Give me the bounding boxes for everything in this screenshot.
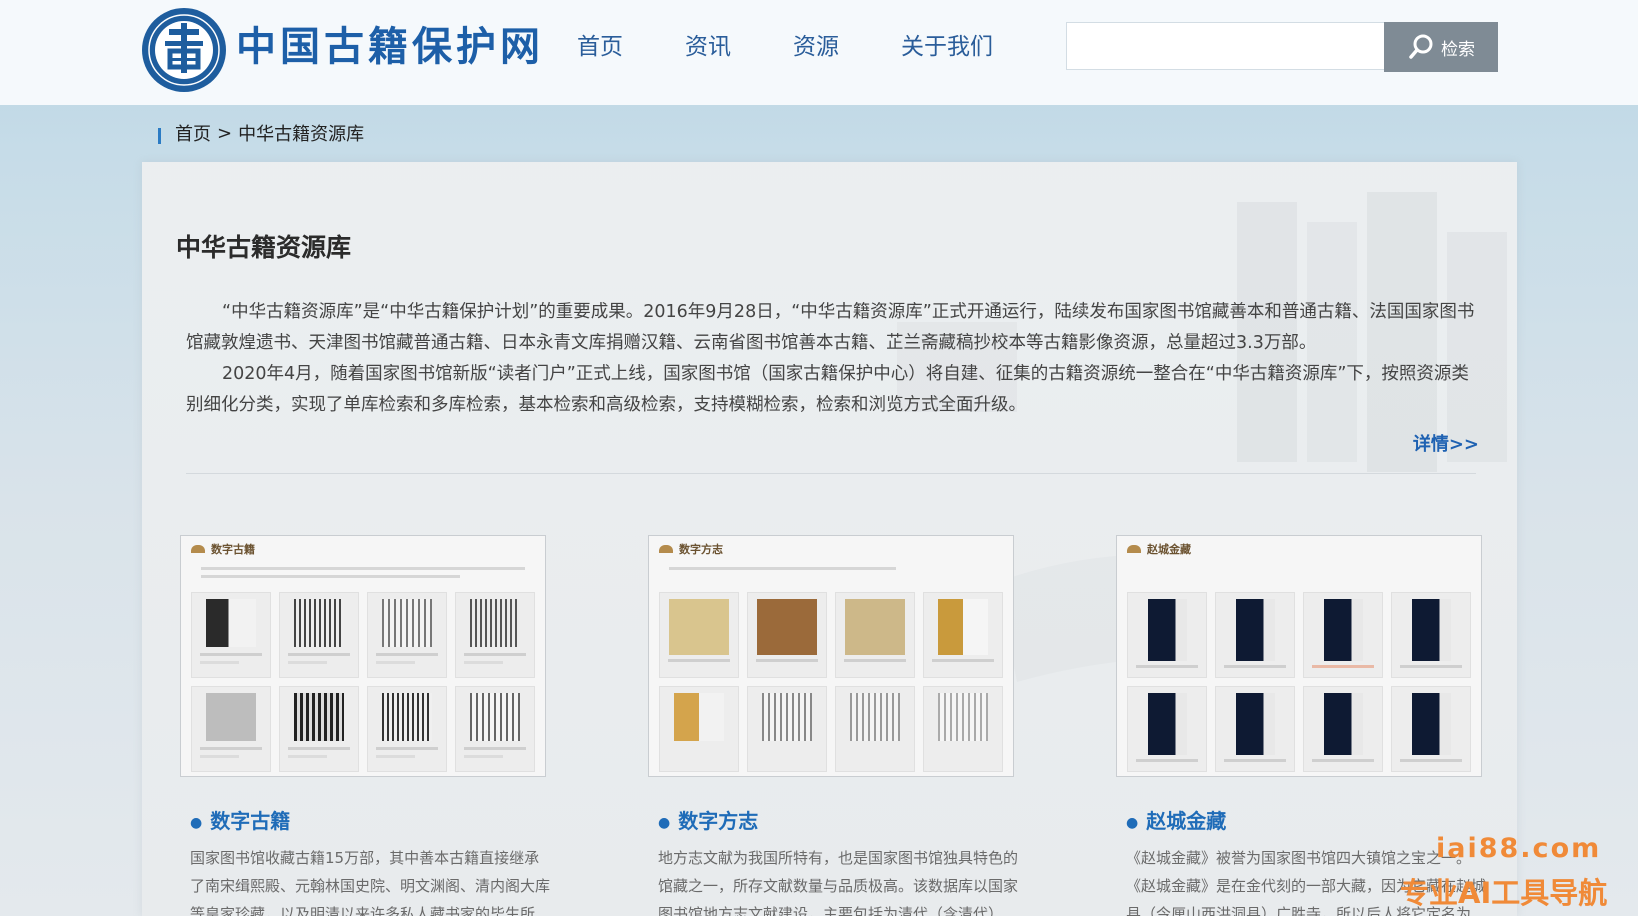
intro-paragraph: 2020年4月，随着国家图书馆新版“读者门户”正式上线，国家图书馆（国家古籍保护… — [186, 364, 1469, 415]
search-button-label: 检索 — [1441, 39, 1475, 60]
resource-card-digital-gazetteers: 数字方志 ● 数字方志 地方志文献为我国所特有，也是国家图书馆独具特色的馆藏之一，… — [648, 535, 1018, 916]
thumbnail-grid — [1127, 592, 1471, 772]
card-thumbnail[interactable]: 赵城金藏 — [1116, 535, 1482, 777]
watermark-slogan: 专业AI工具导航 — [1400, 876, 1608, 910]
breadcrumb-marker — [158, 128, 161, 144]
card-description: 国家图书馆收藏古籍15万部，其中善本古籍直接继承了南宋缉熙殿、元翰林国史院、明文… — [190, 849, 551, 916]
nav-item-home[interactable]: 首页 — [577, 30, 623, 64]
page-title: 中华古籍资源库 — [176, 233, 352, 262]
breadcrumb-separator: > — [217, 122, 233, 144]
card-description: 地方志文献为我国所特有，也是国家图书馆独具特色的馆藏之一，所存文献数量与品质极高… — [658, 849, 1019, 916]
seal-icon — [142, 8, 226, 92]
site-logo-emblem[interactable] — [141, 7, 227, 93]
card-title-text: 数字古籍 — [210, 809, 291, 833]
breadcrumb-home-link[interactable]: 首页 — [175, 120, 211, 146]
bullet-icon: ● — [190, 814, 203, 831]
nav-item-news[interactable]: 资讯 — [685, 30, 731, 64]
resource-card-zhaocheng-jinzang: 赵城金藏 ● 赵城金藏 《赵城金藏》被誉为国家图书馆四大镇馆之宝之一。《赵城金藏》… — [1116, 535, 1486, 916]
resource-card-digital-ancient-books: 数字古籍 ● 数字古籍 国家图书馆收藏古籍15万部，其中善本古籍直接继承了南宋缉熙… — [180, 535, 550, 916]
thumbnail-grid — [191, 592, 535, 772]
nav-item-about[interactable]: 关于我们 — [901, 30, 993, 64]
thumbnail-header: 数字方志 — [649, 536, 1013, 562]
card-title-link[interactable]: ● 数字古籍 — [180, 805, 546, 834]
card-title-text: 赵城金藏 — [1146, 809, 1227, 833]
nav-item-resources[interactable]: 资源 — [793, 30, 839, 64]
site-header: 中国古籍保护网 首页 资讯 资源 关于我们 检索 — [0, 0, 1638, 105]
content-panel: 中华古籍资源库 “中华古籍资源库”是“中华古籍保护计划”的重要成果。2016年9… — [142, 162, 1517, 916]
search-input[interactable] — [1066, 22, 1384, 70]
details-link[interactable]: 详情>> — [1413, 430, 1479, 456]
thumbnail-text-lines — [649, 567, 1013, 570]
thumbnail-grid — [659, 592, 1003, 772]
card-title-link[interactable]: ● 数字方志 — [648, 805, 1014, 834]
divider — [186, 473, 1476, 474]
bullet-icon: ● — [1126, 814, 1139, 831]
card-thumbnail[interactable]: 数字古籍 — [180, 535, 546, 777]
bullet-icon: ● — [658, 814, 671, 831]
thumbnail-text-lines — [181, 567, 545, 578]
breadcrumb-current: 中华古籍资源库 — [238, 124, 365, 145]
intro-paragraph: “中华古籍资源库”是“中华古籍保护计划”的重要成果。2016年9月28日，“中华… — [186, 302, 1475, 353]
search-button[interactable]: 检索 — [1384, 22, 1498, 72]
card-title-text: 数字方志 — [678, 809, 759, 833]
watermark-domain: iai88.com — [1436, 833, 1602, 864]
breadcrumb: 首页 > 中华古籍资源库 — [158, 120, 364, 146]
thumbnail-header: 数字古籍 — [181, 536, 545, 562]
card-thumbnail[interactable]: 数字方志 — [648, 535, 1014, 777]
intro-text: “中华古籍资源库”是“中华古籍保护计划”的重要成果。2016年9月28日，“中华… — [186, 297, 1486, 421]
thumbnail-text-lines — [1117, 567, 1481, 570]
site-logo-text[interactable]: 中国古籍保护网 — [236, 22, 544, 72]
card-title-link[interactable]: ● 赵城金藏 — [1116, 805, 1482, 834]
thumbnail-header: 赵城金藏 — [1117, 536, 1481, 562]
search-icon — [1409, 34, 1433, 59]
